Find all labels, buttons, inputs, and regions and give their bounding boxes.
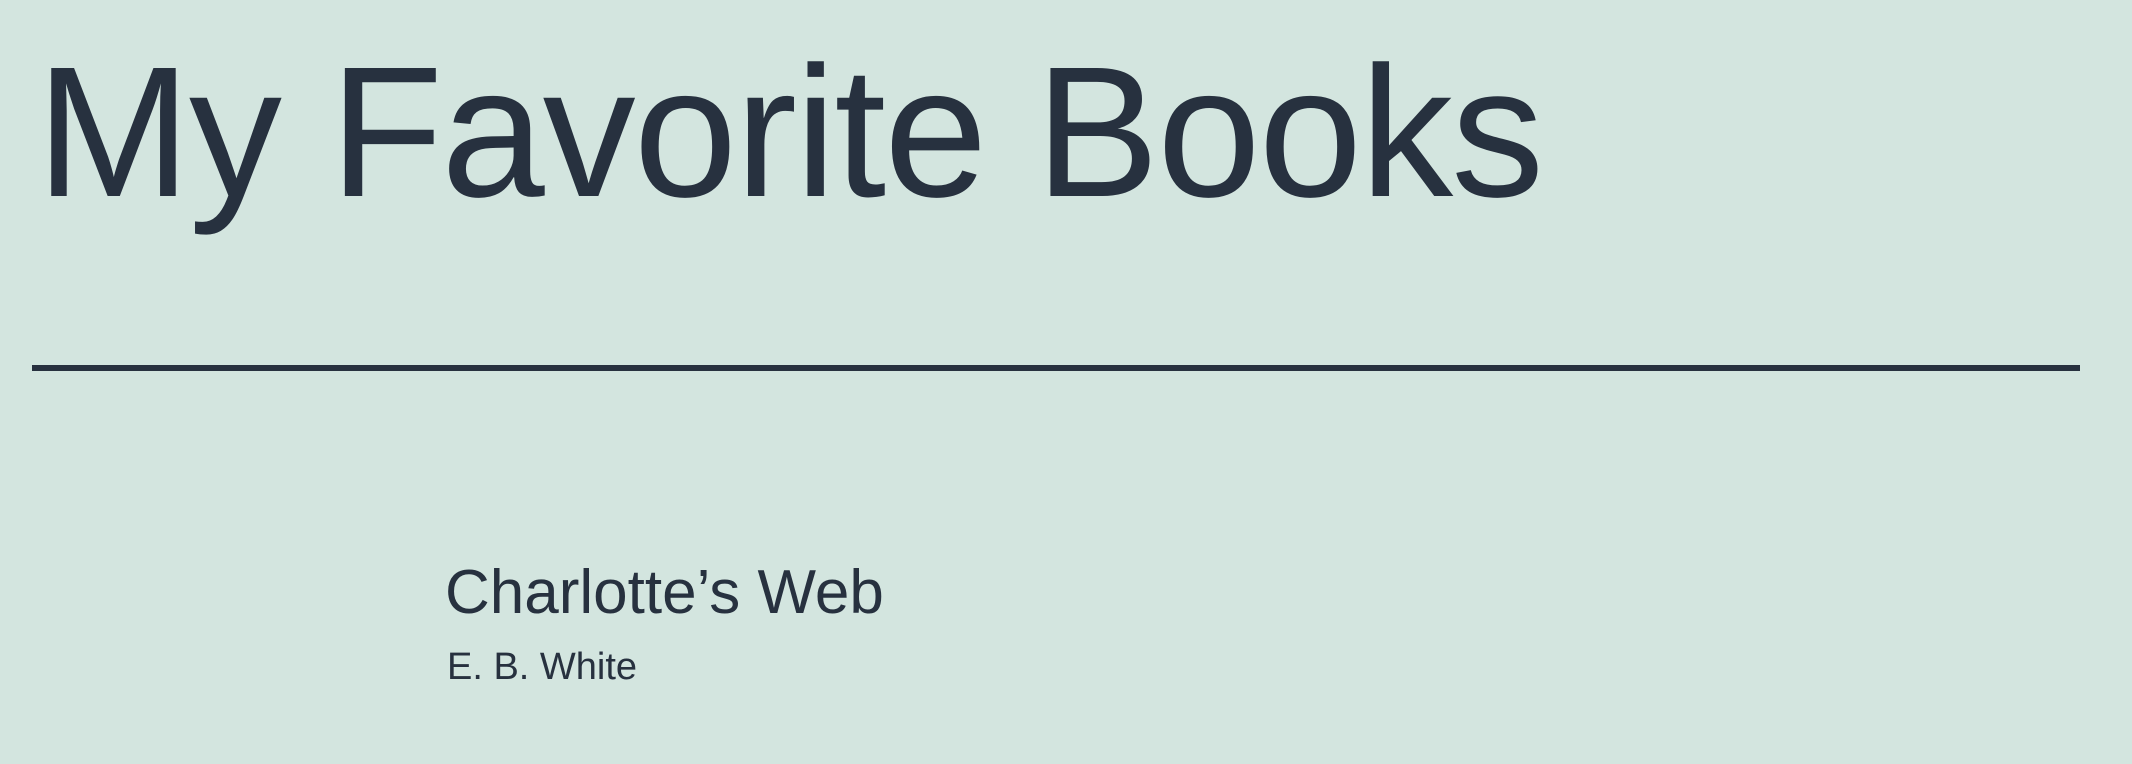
title-divider: [32, 365, 2080, 371]
book-title: Charlotte’s Web: [445, 558, 884, 627]
page-title: My Favorite Books: [36, 29, 1544, 236]
book-list-item: Charlotte’s Web E. B. White: [445, 558, 884, 688]
book-author: E. B. White: [447, 646, 638, 688]
